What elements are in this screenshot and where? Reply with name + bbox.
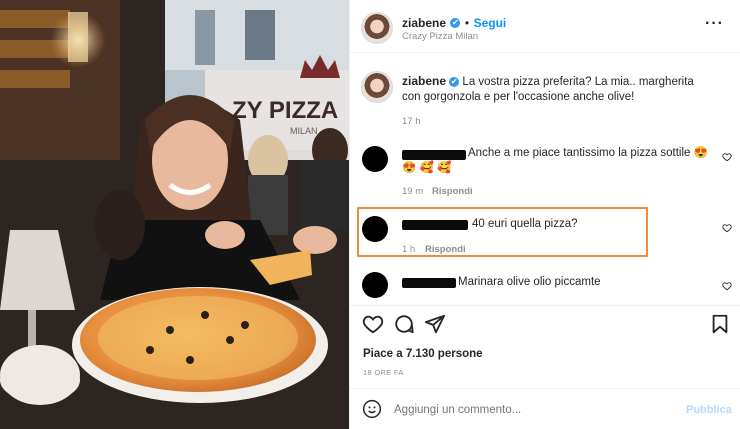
share-send-icon[interactable] — [424, 313, 446, 335]
header-separator: • — [464, 16, 470, 30]
comment-like-icon[interactable] — [722, 223, 732, 233]
highlight-box — [357, 207, 648, 257]
caption-verified-badge-icon: ✔ — [449, 76, 460, 87]
header-divider — [350, 52, 740, 53]
commenter-name-redacted — [402, 278, 456, 288]
likes-count[interactable]: Piace a 7.130 persone — [363, 348, 483, 360]
comment-item: Anche a me piace tantissimo la pizza sot… — [362, 144, 732, 197]
reply-button[interactable]: Rispondi — [432, 186, 473, 197]
comment-emoji: 😍 🥰 🥰 — [402, 162, 452, 174]
verified-badge-icon: ✔ — [450, 17, 461, 28]
commenter-name-redacted — [402, 150, 466, 160]
post-date: 18 ORE FA — [363, 368, 404, 377]
caption-avatar[interactable] — [361, 71, 393, 103]
comment-time: 19 m — [402, 186, 424, 197]
post-location[interactable]: Crazy Pizza Milan — [402, 31, 478, 42]
composer-divider — [350, 388, 740, 389]
post-caption: ziabene ✔ La vostra pizza preferita? La … — [402, 74, 702, 105]
caption-time: 17 h — [402, 116, 421, 127]
comment-item: Marinara olive olio piccamte — [362, 272, 732, 302]
commenter-avatar-redacted — [362, 146, 388, 172]
comment-text: Anche a me piace tantissimo la pizza sot… — [468, 147, 708, 159]
caption-text: La vostra pizza preferita? La mia.. marg… — [402, 76, 694, 103]
sign-subtext: MILAN — [290, 126, 318, 136]
emoji-smiley-icon[interactable] — [362, 399, 382, 419]
post-photo: ZY PIZZA MILAN — [0, 0, 349, 429]
comment-input[interactable] — [392, 399, 676, 421]
like-heart-icon[interactable] — [362, 313, 384, 335]
author-avatar[interactable] — [361, 12, 393, 44]
caption-username[interactable]: ziabene — [402, 74, 446, 88]
photo-illustration: ZY PIZZA MILAN — [0, 0, 349, 429]
comment-like-icon[interactable] — [722, 152, 732, 162]
author-username[interactable]: ziabene — [402, 16, 446, 30]
comment-like-icon[interactable] — [722, 281, 732, 291]
publish-button[interactable]: Pubblica — [686, 404, 732, 416]
comment-bubble-icon[interactable] — [393, 313, 415, 335]
more-dots-icon[interactable]: ··· — [705, 16, 724, 32]
actions-divider — [350, 305, 740, 306]
commenter-avatar-redacted — [362, 272, 388, 298]
post-header: ziabene ✔ • Segui Crazy Pizza Milan ··· — [350, 0, 740, 52]
comment-text: Marinara olive olio piccamte — [458, 276, 601, 288]
save-bookmark-icon[interactable] — [709, 313, 731, 335]
sign-text: ZY PIZZA — [232, 97, 338, 124]
follow-button[interactable]: Segui — [474, 16, 507, 30]
